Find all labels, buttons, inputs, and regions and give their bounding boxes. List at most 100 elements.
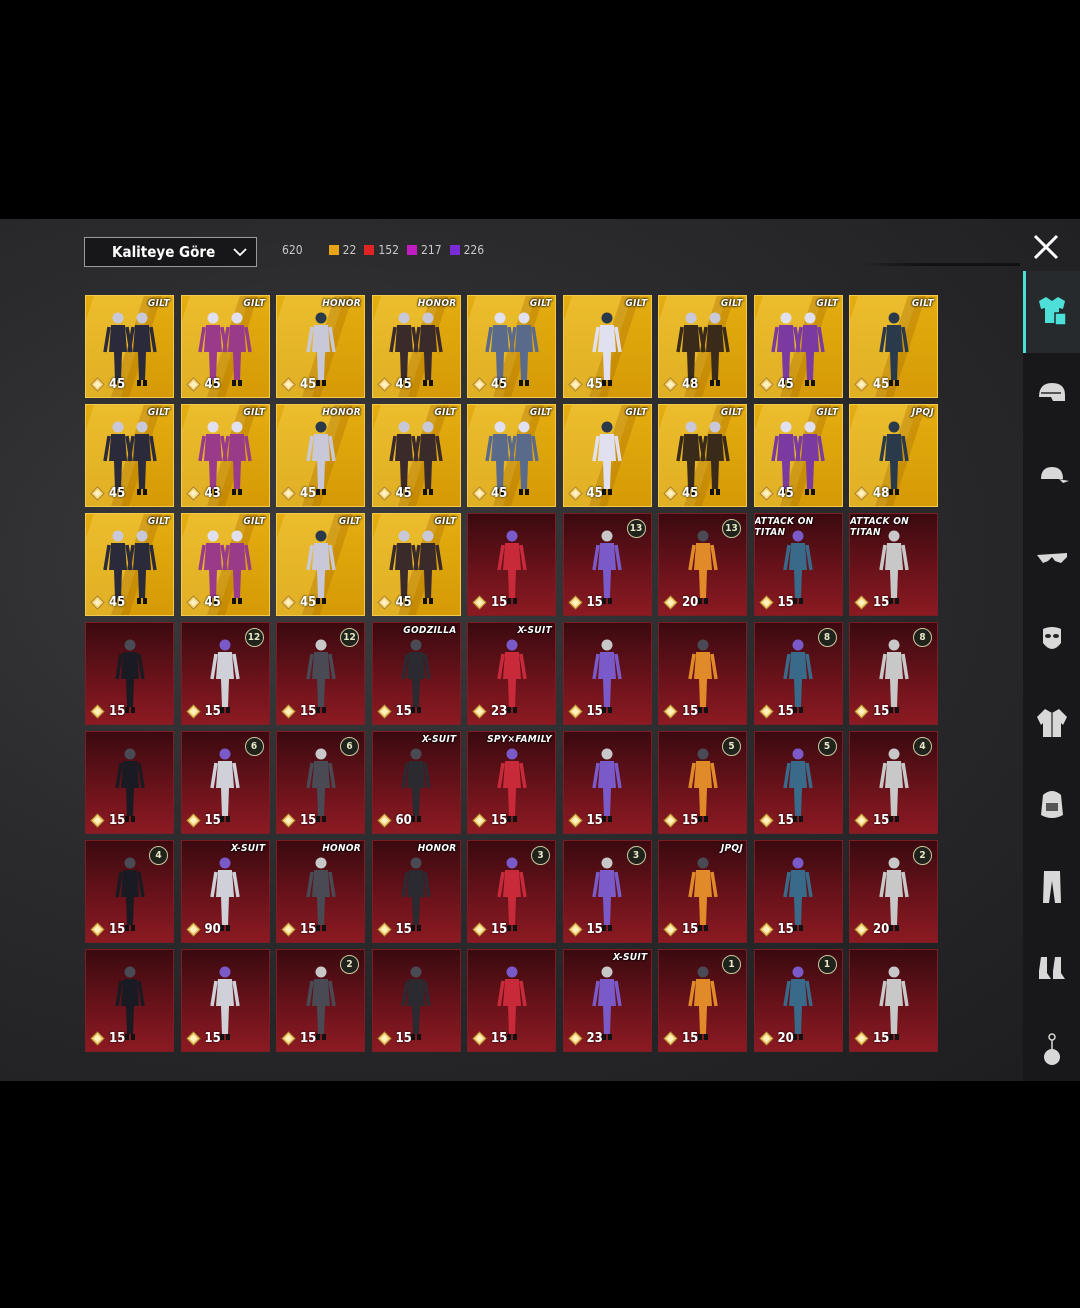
item-card[interactable]: 8 15 (753, 622, 843, 725)
item-card[interactable]: GILT 45 (753, 404, 843, 507)
item-card[interactable]: GILT 45 (371, 513, 461, 616)
item-card[interactable]: HONOR 45 (371, 295, 461, 398)
item-counts: 620 22 152 217 226 (282, 243, 492, 257)
brand-logo: GILT (816, 298, 839, 309)
item-card[interactable]: GILT 45 (85, 513, 174, 616)
item-card[interactable]: 13 15 (562, 513, 652, 616)
item-card[interactable]: X-SUIT 60 (371, 731, 461, 834)
item-card[interactable]: 15 (371, 949, 461, 1052)
item-card[interactable]: 2 20 (849, 840, 938, 943)
item-card[interactable]: ATTACK ON TITAN 15 (849, 513, 938, 616)
sidebar-tab-pendant[interactable] (1023, 1009, 1080, 1091)
item-card[interactable]: 15 (85, 731, 174, 834)
item-card[interactable]: GILT 45 (658, 404, 747, 507)
outfit-icon (1038, 297, 1067, 326)
price-value: 48 (682, 377, 699, 392)
brand-logo: GODZILLA (403, 625, 457, 636)
item-card[interactable]: GILT 45 (180, 295, 270, 398)
item-card[interactable]: 6 15 (180, 731, 270, 834)
item-card[interactable]: 12 15 (180, 622, 270, 725)
item-price: 15 (854, 1031, 889, 1046)
item-card[interactable]: 5 15 (658, 731, 747, 834)
item-card[interactable]: ATTACK ON TITAN 15 (753, 513, 843, 616)
item-card[interactable]: 15 (562, 622, 652, 725)
item-card[interactable]: GILT 45 (467, 404, 556, 507)
item-price: 45 (758, 486, 794, 501)
item-card[interactable]: GILT 45 (85, 404, 174, 507)
item-card[interactable]: 15 (467, 513, 556, 616)
item-card[interactable]: GODZILLA 15 (371, 622, 461, 725)
item-card[interactable]: HONOR 45 (276, 404, 365, 507)
item-card[interactable]: GILT 48 (658, 295, 747, 398)
item-card[interactable]: 15 (562, 731, 652, 834)
item-card[interactable]: HONOR 45 (276, 295, 365, 398)
item-card[interactable]: 4 15 (85, 840, 174, 943)
price-value: 15 (586, 922, 603, 937)
item-price: 23 (472, 704, 507, 719)
sidebar-tab-cap[interactable] (1023, 435, 1080, 517)
item-card[interactable]: GILT 45 (276, 513, 365, 616)
item-card[interactable]: X-SUIT 23 (562, 949, 652, 1052)
item-card[interactable]: GILT 45 (753, 295, 843, 398)
level-badge: 4 (913, 737, 932, 756)
price-value: 15 (109, 704, 126, 719)
brand-logo: GILT (338, 516, 361, 527)
item-card[interactable]: 6 15 (276, 731, 365, 834)
item-card[interactable]: GILT 45 (371, 404, 461, 507)
item-card[interactable]: 15 (85, 949, 174, 1052)
item-card[interactable]: HONOR 15 (276, 840, 365, 943)
gem-icon (376, 704, 396, 719)
sidebar-tab-outfit[interactable] (1023, 271, 1080, 353)
item-price: 15 (90, 1031, 125, 1046)
sidebar-tab-helmet[interactable] (1023, 353, 1080, 435)
sidebar-tab-pants[interactable] (1023, 845, 1080, 927)
gem-icon (663, 486, 682, 501)
item-card[interactable]: 3 15 (467, 840, 556, 943)
item-card[interactable]: SPY×FAMILY 15 (467, 731, 556, 834)
item-card[interactable]: 3 15 (562, 840, 652, 943)
gem-icon (90, 377, 109, 392)
item-card[interactable]: X-SUIT 23 (467, 622, 556, 725)
item-card[interactable]: 15 (753, 840, 843, 943)
item-card[interactable]: GILT 45 (467, 295, 556, 398)
gem-icon (90, 486, 109, 501)
item-card[interactable]: GILT 45 (562, 295, 652, 398)
sidebar-tab-backpack[interactable] (1023, 763, 1080, 845)
item-card[interactable]: 15 (658, 622, 747, 725)
item-price: 45 (376, 377, 412, 392)
sidebar-tab-glasses[interactable] (1023, 517, 1080, 599)
item-card[interactable]: X-SUIT 90 (180, 840, 270, 943)
sidebar-tab-mask[interactable] (1023, 599, 1080, 681)
item-card[interactable]: GILT 45 (849, 295, 938, 398)
item-card[interactable]: 12 15 (276, 622, 365, 725)
item-card[interactable]: 8 15 (849, 622, 938, 725)
item-card[interactable]: 5 15 (753, 731, 843, 834)
item-card[interactable]: 15 (180, 949, 270, 1052)
brand-logo: X-SUIT (230, 843, 266, 854)
item-card[interactable]: 4 15 (849, 731, 938, 834)
sort-dropdown[interactable]: Kaliteye Göre (84, 237, 257, 267)
item-card[interactable]: JPQJ 48 (849, 404, 938, 507)
price-value: 15 (109, 813, 126, 828)
category-sidebar (1023, 271, 1080, 1081)
item-card[interactable]: 13 20 (658, 513, 747, 616)
item-card[interactable]: GILT 45 (562, 404, 652, 507)
item-card[interactable]: 2 15 (276, 949, 365, 1052)
item-card[interactable]: HONOR 15 (371, 840, 461, 943)
item-card[interactable]: GILT 43 (180, 404, 270, 507)
item-card[interactable]: 1 20 (753, 949, 843, 1052)
sidebar-tab-shoes[interactable] (1023, 927, 1080, 1009)
item-card[interactable]: GILT 45 (85, 295, 174, 398)
item-card[interactable]: 15 (849, 949, 938, 1052)
price-value: 15 (873, 1031, 890, 1046)
item-card[interactable]: GILT 45 (180, 513, 270, 616)
item-card[interactable]: 15 (85, 622, 174, 725)
sidebar-tab-jacket[interactable] (1023, 681, 1080, 763)
item-card[interactable]: 1 15 (658, 949, 747, 1052)
gem-icon (663, 377, 682, 392)
item-card[interactable]: 15 (467, 949, 556, 1052)
item-card[interactable]: JPQJ 15 (658, 840, 747, 943)
close-icon[interactable] (1030, 231, 1062, 263)
gem-icon (567, 595, 587, 610)
jacket-icon (1036, 709, 1067, 737)
